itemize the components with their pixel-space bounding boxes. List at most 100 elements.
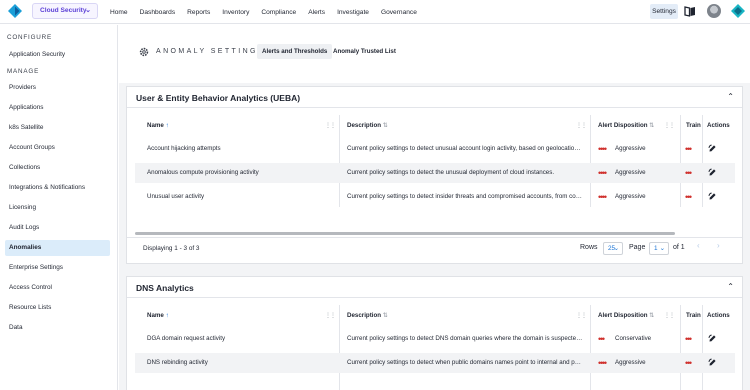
product-switcher[interactable]: Cloud Security ⌄ [32, 3, 98, 19]
column-header-alert-disposition-label: Alert Disposition [598, 312, 648, 319]
column-grip-icon[interactable]: ⋮⋮ [325, 312, 336, 319]
next-page-icon[interactable]: › [717, 241, 720, 250]
column-header-training[interactable]: Train [686, 122, 701, 129]
settings-button[interactable]: Settings [650, 4, 678, 19]
column-grip-icon[interactable]: ⋮⋮ [576, 312, 587, 319]
user-avatar[interactable] [707, 4, 721, 18]
row-name: DGA domain request activity [147, 335, 226, 342]
column-header-name-label: Name [147, 312, 164, 319]
sidebar-item-account-groups[interactable]: Account Groups [5, 140, 110, 156]
edit-icon[interactable] [708, 192, 717, 201]
column-header-actions: Actions [707, 122, 730, 129]
row-disposition: Aggressive [615, 193, 646, 200]
configure-heading: CONFIGURE [7, 34, 52, 41]
nav-investigate[interactable]: Investigate [337, 9, 369, 16]
severity-dots-icon: ••• [685, 358, 692, 368]
severity-dots-icon: •••• [598, 358, 607, 368]
severity-dots-icon: ••• [685, 144, 692, 154]
main-content: ANOMALY SETTINGS Alerts and Thresholds A… [119, 25, 750, 390]
row-description: Current policy settings to detect inside… [347, 193, 583, 200]
divider [127, 107, 742, 108]
table-row[interactable]: DGA domain request activity Current poli… [135, 329, 735, 349]
sidebar-item-resource-lists[interactable]: Resource Lists [5, 300, 110, 316]
displaying-count: Displaying 1 - 3 of 3 [143, 245, 200, 252]
column-grip-icon[interactable]: ⋮⋮ [325, 122, 336, 129]
sidebar-item-audit-logs[interactable]: Audit Logs [5, 220, 110, 236]
assistant-icon[interactable] [731, 4, 745, 18]
row-disposition: Aggressive [615, 169, 646, 176]
logo-icon[interactable] [8, 4, 22, 18]
severity-dots-icon: ••• [598, 334, 605, 344]
divider [127, 237, 742, 238]
chevron-up-icon[interactable]: ⌃ [727, 92, 734, 101]
top-bar: Cloud Security ⌄ Home Dashboards Reports… [0, 0, 750, 24]
severity-dots-icon: ••• [685, 192, 692, 202]
edit-icon[interactable] [708, 144, 717, 153]
ueba-card: User & Entity Behavior Analytics (UEBA) … [126, 86, 743, 264]
column-header-description[interactable]: Description ⇅ [347, 122, 388, 129]
sidebar-item-collections[interactable]: Collections [5, 160, 110, 176]
table-row[interactable]: Anomalous compute provisioning activity … [135, 163, 735, 183]
edit-icon[interactable] [708, 358, 717, 367]
docs-book-icon[interactable] [684, 5, 696, 17]
tab-anomaly-trusted-list[interactable]: Anomaly Trusted List [328, 44, 401, 59]
table-row[interactable]: DNS rebinding activity Current policy se… [135, 353, 735, 373]
column-header-alert-disposition-label: Alert Disposition [598, 122, 648, 129]
column-grip-icon[interactable]: ⋮⋮ [664, 312, 675, 319]
rows-per-page-select[interactable]: 25 ⌄ [603, 242, 623, 255]
column-header-alert-disposition[interactable]: Alert Disposition ⇅ [598, 122, 654, 129]
sort-asc-icon: ↑ [165, 122, 169, 129]
nav-alerts[interactable]: Alerts [308, 9, 325, 16]
column-header-description[interactable]: Description ⇅ [347, 312, 388, 319]
severity-dots-icon: •••• [598, 192, 607, 202]
edit-icon[interactable] [708, 334, 717, 343]
page-label: Page [629, 244, 646, 251]
chevron-up-icon[interactable]: ⌃ [727, 282, 734, 291]
column-header-name[interactable]: Name ↑ [147, 312, 169, 319]
column-header-name[interactable]: Name ↑ [147, 122, 169, 129]
column-grip-icon[interactable]: ⋮⋮ [576, 122, 587, 129]
row-description: Current policy settings to detect DNS do… [347, 335, 583, 342]
nav-governance[interactable]: Governance [381, 9, 417, 16]
row-disposition: Conservative [615, 335, 652, 342]
page-title: ANOMALY SETTINGS [156, 48, 265, 55]
sidebar-item-access-control[interactable]: Access Control [5, 280, 110, 296]
page-total: of 1 [673, 244, 685, 251]
nav-reports[interactable]: Reports [187, 9, 210, 16]
column-header-alert-disposition[interactable]: Alert Disposition ⇅ [598, 312, 654, 319]
sidebar: CONFIGURE Application Security MANAGE Pr… [0, 25, 118, 390]
column-header-training[interactable]: Train [686, 312, 701, 319]
sidebar-item-anomalies[interactable]: Anomalies [5, 240, 110, 256]
row-disposition: Aggressive [615, 145, 646, 152]
sidebar-item-providers[interactable]: Providers [5, 80, 110, 96]
sidebar-item-licensing[interactable]: Licensing [5, 200, 110, 216]
sidebar-item-enterprise-settings[interactable]: Enterprise Settings [5, 260, 110, 276]
nav-dashboards[interactable]: Dashboards [140, 9, 176, 16]
sidebar-item-integrations[interactable]: Integrations & Notifications [5, 180, 110, 196]
severity-dots-icon: ••• [685, 168, 692, 178]
manage-heading: MANAGE [7, 68, 40, 75]
edit-icon[interactable] [708, 168, 717, 177]
horizontal-scrollbar[interactable] [135, 232, 675, 235]
nav-inventory[interactable]: Inventory [222, 9, 249, 16]
prev-page-icon[interactable]: ‹ [697, 241, 700, 250]
table-row[interactable]: Account hijacking attempts Current polic… [135, 139, 735, 159]
row-name: Unusual user activity [147, 193, 205, 200]
row-description: Current policy settings to detect when p… [347, 359, 583, 366]
nav-home[interactable]: Home [110, 9, 128, 16]
tab-alerts-and-thresholds[interactable]: Alerts and Thresholds [257, 44, 333, 59]
chevron-down-icon: ⌄ [659, 245, 665, 252]
column-header-actions: Actions [707, 312, 730, 319]
divider [127, 297, 742, 298]
row-name: Account hijacking attempts [147, 145, 221, 152]
sidebar-item-data[interactable]: Data [5, 320, 110, 336]
dns-card: DNS Analytics ⌃ Name ↑ ⋮⋮ Description ⇅ … [126, 276, 743, 390]
sidebar-item-k8s-satellite[interactable]: k8s Satellite [5, 120, 110, 136]
nav-compliance[interactable]: Compliance [261, 9, 296, 16]
column-grip-icon[interactable]: ⋮⋮ [664, 122, 675, 129]
sort-asc-icon: ↑ [165, 312, 169, 319]
sidebar-item-applications[interactable]: Applications [5, 100, 110, 116]
table-row[interactable]: Unusual user activity Current policy set… [135, 187, 735, 207]
sidebar-item-application-security[interactable]: Application Security [5, 47, 110, 63]
page-select[interactable]: 1 ⌄ [649, 242, 669, 255]
